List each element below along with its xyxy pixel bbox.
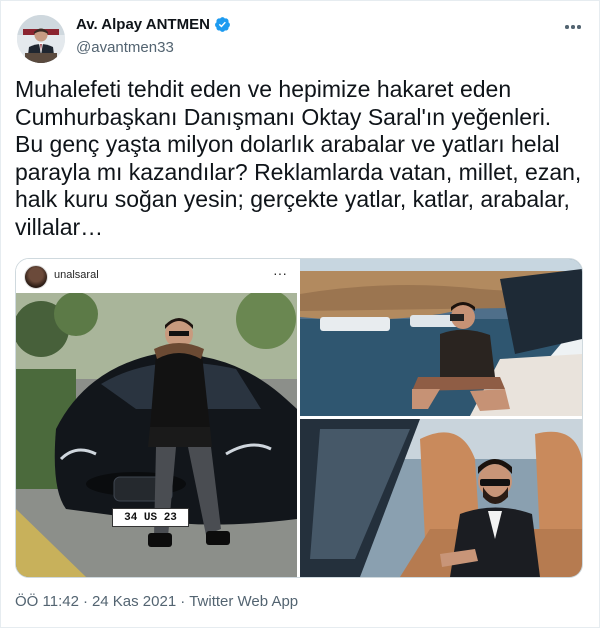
author-name[interactable]: Av. Alpay ANTMEN <box>76 16 210 33</box>
author-avatar[interactable] <box>17 15 65 63</box>
meta-separator: · <box>82 593 88 610</box>
license-plate: 34 US 23 <box>112 508 189 527</box>
instagram-username: unalsaral <box>54 269 99 281</box>
instagram-avatar <box>24 265 48 289</box>
more-dot-icon <box>577 25 581 29</box>
media-photo-yacht[interactable] <box>300 259 582 416</box>
more-dot-icon <box>571 25 575 29</box>
media-photo-car[interactable]: unalsaral ··· 34 US 23 <box>16 259 297 577</box>
media-photo-convertible[interactable] <box>300 419 582 577</box>
yacht-photo-icon <box>300 259 582 416</box>
tweet-source[interactable]: Twitter Web App <box>189 593 298 610</box>
instagram-more-icon: ··· <box>273 265 287 281</box>
convertible-photo-icon <box>300 419 582 577</box>
tweet-time[interactable]: ÖÖ 11:42 <box>15 593 79 610</box>
verified-badge-icon <box>214 17 230 32</box>
tweet-media[interactable]: unalsaral ··· 34 US 23 <box>15 258 583 578</box>
author-handle[interactable]: @avantmen33 <box>76 39 174 56</box>
instagram-header: unalsaral ··· <box>16 259 297 293</box>
tweet-text: Muhalefeti tehdit eden ve hepimize hakar… <box>15 76 588 240</box>
profile-photo-icon <box>17 15 65 63</box>
car-photo-icon <box>16 289 297 577</box>
tweet-meta: ÖÖ 11:42 · 24 Kas 2021 · Twitter Web App <box>15 593 298 610</box>
meta-separator: · <box>180 593 186 610</box>
more-options-button[interactable] <box>562 16 584 38</box>
more-dot-icon <box>565 25 569 29</box>
tweet-date[interactable]: 24 Kas 2021 <box>92 593 176 610</box>
